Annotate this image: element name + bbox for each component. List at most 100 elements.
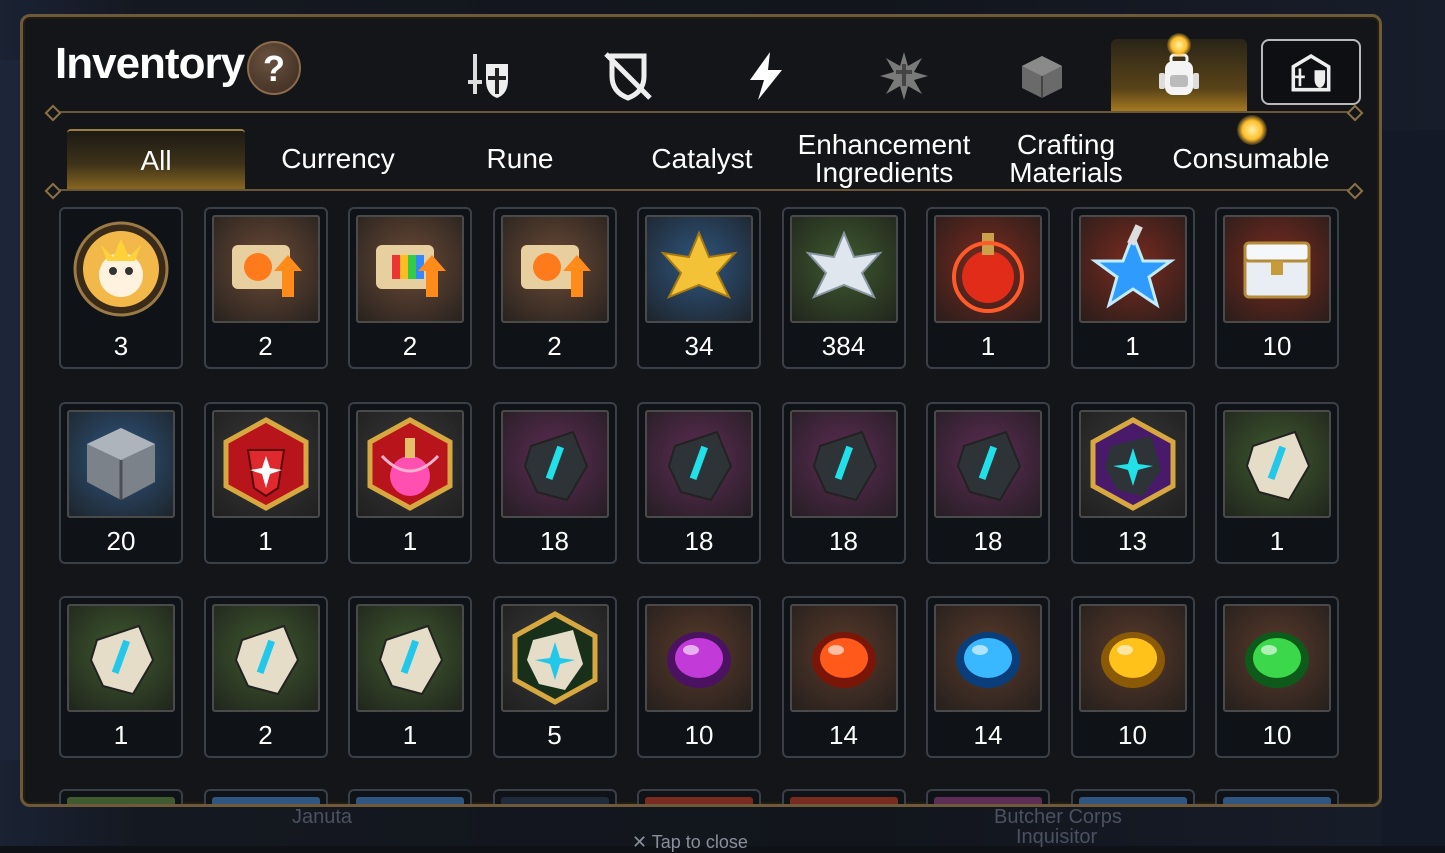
item-count: 1 [1269, 525, 1285, 556]
tab-enhancement-ingredients[interactable]: Enhancement Ingredients [795, 129, 973, 189]
item-slot[interactable] [348, 789, 472, 804]
item-icon-frame [934, 215, 1042, 323]
item-slot[interactable]: 1 [203, 401, 328, 564]
item-icon-frame [789, 409, 898, 518]
category-divider [53, 189, 1355, 191]
item-icon-frame [211, 215, 320, 323]
item-count: 2 [258, 331, 273, 361]
yellow-bolt-gem-icon [1100, 632, 1165, 688]
item-slot[interactable]: 13 [1070, 401, 1195, 564]
tab-currency[interactable]: Currency [249, 129, 427, 189]
item-slot[interactable] [203, 789, 328, 804]
item-slot[interactable]: 1 [1070, 207, 1195, 369]
item-count: 384 [821, 331, 866, 361]
item-slot[interactable]: 10 [637, 596, 761, 758]
item-count: 5 [547, 720, 562, 750]
tap-to-close-hint[interactable]: ✕ Tap to close [632, 832, 748, 853]
item-slot[interactable]: 18 [781, 401, 906, 564]
item-count: 1 [258, 525, 273, 556]
item-slot[interactable]: 5 [492, 596, 617, 758]
mascot-coin-icon [73, 221, 169, 317]
item-slot[interactable]: 1 [926, 207, 1050, 369]
item-slot[interactable]: 18 [492, 401, 617, 564]
green-wind-gem-icon [1245, 632, 1309, 688]
item-count: 1 [402, 525, 418, 556]
star-stone-hex-green-icon [512, 611, 597, 705]
item-slot[interactable] [1215, 789, 1339, 804]
item-slot[interactable]: 2 [492, 207, 617, 369]
item-count: 18 [684, 525, 714, 556]
scroll-upgrade-orange-icon [520, 245, 591, 297]
tab-artifact[interactable] [731, 41, 801, 111]
boot-stone-green-icon [378, 624, 444, 696]
corner-ornament [23, 17, 34, 28]
item-icon-frame [211, 604, 320, 712]
close-x-icon: ✕ [632, 832, 648, 852]
item-icon-frame [1223, 215, 1331, 323]
item-count: 10 [684, 720, 714, 750]
item-slot[interactable]: 3 [59, 207, 183, 369]
red-potion-icon [952, 233, 1024, 313]
item-slot[interactable]: 1 [59, 596, 183, 758]
item-icon-frame [500, 604, 609, 712]
item-slot[interactable]: 18 [637, 401, 761, 564]
item-slot[interactable]: 10 [1070, 596, 1195, 758]
item-icon-frame [356, 604, 464, 712]
item-count: 14 [973, 720, 1003, 750]
item-count: 3 [113, 331, 129, 361]
item-count: 34 [684, 331, 714, 361]
item-count: 1 [113, 720, 129, 750]
tab-rune[interactable]: Rune [431, 129, 609, 189]
tab-crafting-materials[interactable]: Crafting Materials [977, 129, 1155, 189]
item-count: 20 [106, 525, 136, 556]
item-slot[interactable]: 10 [1215, 207, 1339, 369]
item-slot[interactable]: 14 [781, 596, 906, 758]
item-slot[interactable] [1070, 789, 1195, 804]
item-slot[interactable]: 10 [1215, 596, 1339, 758]
item-slot[interactable]: 18 [926, 401, 1050, 564]
item-slot[interactable]: 384 [781, 207, 906, 369]
item-slot[interactable] [926, 789, 1050, 804]
item-slot[interactable]: 2 [203, 596, 328, 758]
item-icon-frame [211, 409, 320, 518]
item-count: 14 [829, 720, 858, 750]
item-slot[interactable]: 34 [637, 207, 761, 369]
item-icon-frame [1078, 604, 1187, 712]
tab-storage[interactable] [1261, 39, 1361, 105]
item-count: 1 [980, 331, 996, 361]
item-slot[interactable]: 1 [348, 401, 472, 564]
item-slot[interactable] [781, 789, 906, 804]
page-title: Inventory [55, 39, 245, 88]
item-slot[interactable]: 20 [59, 401, 183, 564]
item-count: 1 [402, 720, 418, 750]
tab-unequip[interactable] [593, 41, 663, 111]
item-slot[interactable]: 2 [203, 207, 328, 369]
helm-stone-green-icon [89, 624, 155, 696]
item-icon-frame [789, 604, 898, 712]
tab-material[interactable] [869, 41, 939, 111]
tab-all[interactable]: All [67, 129, 245, 191]
help-button[interactable]: ? [247, 41, 301, 95]
item-icon-frame [67, 409, 175, 518]
item-icon-frame [645, 797, 753, 804]
tab-catalyst[interactable]: Catalyst [613, 129, 791, 189]
header-divider [53, 111, 1355, 113]
item-count: 18 [973, 525, 1003, 556]
item-icon-frame [934, 604, 1042, 712]
item-slot[interactable]: 2 [348, 207, 472, 369]
item-slot[interactable]: 1 [1215, 401, 1339, 564]
item-slot[interactable] [59, 789, 183, 804]
item-icon-frame [1223, 797, 1331, 804]
item-slot[interactable] [492, 789, 617, 804]
burst-icon [880, 52, 928, 100]
item-slot[interactable] [637, 789, 761, 804]
item-icon-frame [934, 409, 1042, 518]
item-slot[interactable]: 14 [926, 596, 1050, 758]
tab-equipment[interactable] [455, 41, 525, 111]
item-icon-frame [1078, 409, 1187, 518]
item-slot[interactable]: 1 [348, 596, 472, 758]
item-icon-frame [1223, 409, 1331, 518]
divider-ornament [1346, 104, 1364, 122]
tab-pet[interactable] [1007, 41, 1077, 111]
item-icon-frame [356, 215, 464, 323]
